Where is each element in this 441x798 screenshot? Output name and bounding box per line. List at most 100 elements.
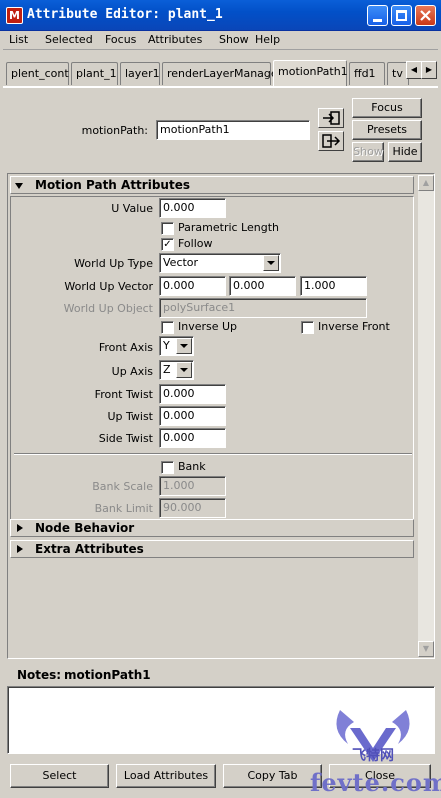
tab-ffd1[interactable]: ffd1 [349,62,385,85]
u-value-label: U Value [111,202,153,215]
bank-scale-field: 1.000 [159,476,226,496]
node-name-field[interactable]: motionPath1 [156,120,310,140]
focus-button[interactable]: Focus [352,98,422,118]
title-bar[interactable]: M Attribute Editor: plant_1 [0,0,441,31]
tab-motionpath1[interactable]: motionPath1 [273,60,348,86]
world-up-type-value: Vector [163,256,199,269]
close-icon [420,10,431,21]
tab-render-layer-manager[interactable]: renderLayerManager [162,62,282,85]
up-axis-value: Z [163,363,171,376]
chevron-down-icon [180,344,188,348]
menu-selected[interactable]: Selected [45,33,93,46]
select-output-node-button[interactable] [318,131,344,151]
select-input-node-button[interactable] [318,108,344,128]
front-axis-value: Y [163,339,170,352]
window-title: Attribute Editor: plant_1 [27,7,223,22]
watermark-text: fevte.com [310,768,441,797]
tab-plant-1[interactable]: plant_1 [71,62,118,85]
vertical-scrollbar[interactable]: ▲ ▼ [418,175,434,657]
up-twist-label: Up Twist [107,410,153,423]
motion-path-attributes-body: U Value 0.000 Parametric Length ✓ Follow… [10,196,414,522]
maximize-button[interactable] [391,5,412,26]
side-twist-label: Side Twist [98,432,153,445]
up-axis-dropdown[interactable]: Z [159,360,194,380]
watermark-logo-text: 飞特网 [352,747,394,764]
motion-path-attributes-header[interactable]: Motion Path Attributes [10,176,414,194]
notes-node-name: motionPath1 [64,668,151,682]
up-axis-dropdown-button[interactable] [176,362,192,378]
side-twist-field[interactable]: 0.000 [159,428,226,448]
front-axis-dropdown[interactable]: Y [159,336,194,356]
world-up-vector-z-field[interactable]: 1.000 [300,276,367,296]
notes-label: Notes: [17,668,62,682]
bank-checkbox[interactable] [161,461,174,474]
tab-divider [3,86,438,88]
maya-app-icon: M [6,7,23,24]
follow-checkbox[interactable]: ✓ [161,238,174,251]
tab-plent-cont[interactable]: plent_cont [6,62,69,85]
inverse-front-checkbox[interactable] [301,321,314,334]
expand-triangle-icon [17,545,23,553]
minimize-icon [373,19,382,22]
front-axis-label: Front Axis [98,341,153,354]
menu-focus[interactable]: Focus [105,33,136,46]
expand-triangle-icon [17,524,23,532]
notes-header: Notes: motionPath1 [7,666,435,686]
world-up-type-dropdown-button[interactable] [263,255,279,271]
menu-help[interactable]: Help [255,33,280,46]
bank-label: Bank [178,460,206,473]
node-tabs: plent_cont plant_1 layer1 renderLayerMan… [3,52,438,86]
tab-scroll-right-button[interactable]: ▶ [421,61,437,79]
front-twist-field[interactable]: 0.000 [159,384,226,404]
presets-button[interactable]: Presets [352,120,422,140]
world-up-vector-y-field[interactable]: 0.000 [229,276,296,296]
node-name-label: motionPath: [81,124,148,137]
menu-bar: List Selected Focus Attributes Show Help [3,31,438,50]
motion-path-attributes-title: Motion Path Attributes [35,178,190,192]
maximize-icon [396,10,407,21]
node-behavior-header[interactable]: Node Behavior [10,519,414,537]
world-up-vector-x-field[interactable]: 0.000 [159,276,226,296]
inverse-up-checkbox[interactable] [161,321,174,334]
menu-list[interactable]: List [9,33,28,46]
select-button[interactable]: Select [10,764,109,788]
scroll-up-button[interactable]: ▲ [418,175,434,191]
tab-layer1[interactable]: layer1 [120,62,160,85]
up-axis-label: Up Axis [111,365,153,378]
parametric-length-checkbox[interactable] [161,222,174,235]
output-arrow-icon [322,134,341,148]
show-button[interactable]: Show [352,142,384,162]
extra-attributes-header[interactable]: Extra Attributes [10,540,414,558]
collapse-triangle-icon [15,183,23,189]
scroll-down-button[interactable]: ▼ [418,641,434,657]
inverse-up-label: Inverse Up [178,320,238,333]
attribute-scroll-area[interactable]: Motion Path Attributes U Value 0.000 Par… [7,173,435,659]
close-window-button[interactable] [415,5,436,26]
menu-attributes[interactable]: Attributes [148,33,202,46]
u-value-field[interactable]: 0.000 [159,198,226,218]
parametric-length-label: Parametric Length [178,221,280,234]
world-up-object-label: World Up Object [63,302,153,315]
bank-limit-label: Bank Limit [94,502,153,515]
world-up-type-dropdown[interactable]: Vector [159,253,281,273]
load-attributes-button[interactable]: Load Attributes [116,764,216,788]
minimize-button[interactable] [367,5,388,26]
input-arrow-icon [323,111,340,125]
copy-tab-button[interactable]: Copy Tab [223,764,322,788]
extra-attributes-title: Extra Attributes [35,542,144,556]
world-up-object-field: polySurface1 [159,298,367,318]
hide-button[interactable]: Hide [388,142,422,162]
bank-scale-label: Bank Scale [92,480,153,493]
world-up-vector-label: World Up Vector [64,280,153,293]
section-separator [14,453,412,455]
follow-label: Follow [178,237,213,250]
front-twist-label: Front Twist [94,388,153,401]
chevron-down-icon [267,261,275,265]
front-axis-dropdown-button[interactable] [176,338,192,354]
menu-show[interactable]: Show [219,33,249,46]
inverse-front-label: Inverse Front [318,320,390,333]
tab-scroll-left-button[interactable]: ◀ [406,61,422,79]
world-up-type-label: World Up Type [74,257,153,270]
up-twist-field[interactable]: 0.000 [159,406,226,426]
chevron-down-icon [180,368,188,372]
